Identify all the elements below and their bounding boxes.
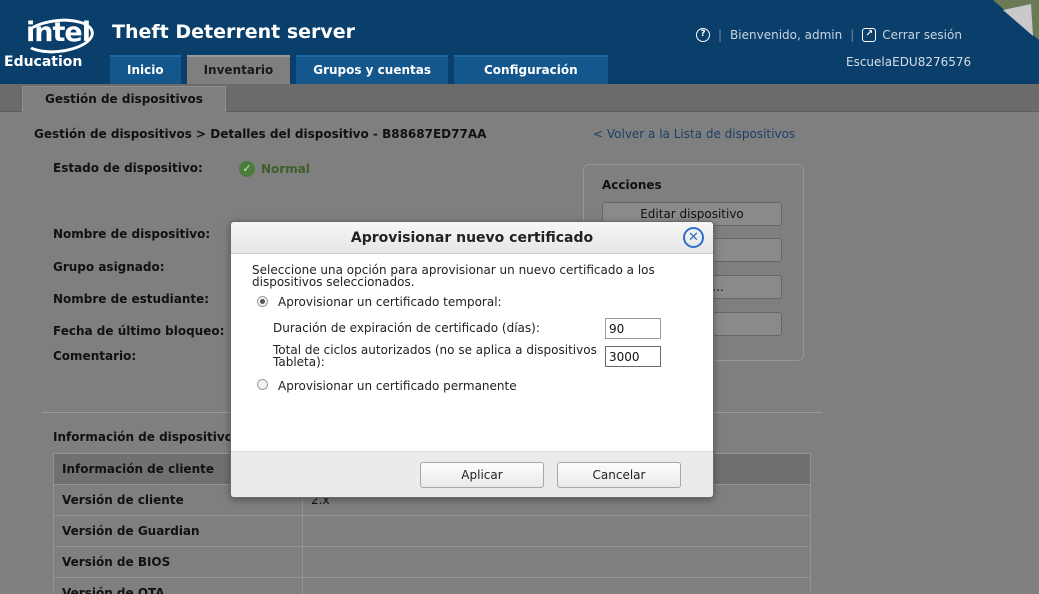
separator: | [850,28,855,42]
last-lock-label: Fecha de último bloqueo: [53,324,225,338]
cycles-label: Total de ciclos autorizados (no se aplic… [273,343,597,369]
nav-tab-configuracion[interactable]: Configuración [454,55,608,84]
table-cell-label: Versión de BIOS [53,546,303,578]
device-name-label: Nombre de dispositivo: [53,227,211,241]
comment-label: Comentario: [53,349,137,363]
user-area: ? | Bienvenido, admin | ↗ Cerrar sesión [696,28,962,42]
nav-tab-inicio[interactable]: Inicio [110,55,181,84]
temporary-certificate-radio[interactable] [257,296,268,307]
corner-decoration [993,0,1039,40]
nav-tab-grupos[interactable]: Grupos y cuentas [296,55,448,84]
dialog-footer: Aplicar Cancelar [231,451,713,497]
cycles-field[interactable] [605,346,661,367]
table-row: Versión de OTA [53,577,811,594]
status-value: Normal [261,162,310,176]
check-circle-icon: ✓ [239,161,255,177]
cancel-button[interactable]: Cancelar [557,462,681,488]
dialog-title: Aprovisionar nuevo certificado [350,230,594,246]
help-icon[interactable]: ? [696,28,710,42]
back-to-list-link[interactable]: < Volver a la Lista de dispositivos [593,127,795,141]
logout-link[interactable]: Cerrar sesión [882,28,962,42]
subtab-bar: Gestión de dispositivos [0,84,1039,112]
education-label: Education [4,54,83,70]
dialog-header: Aprovisionar nuevo certificado ✕ [231,222,713,254]
device-info-title: Información de dispositivo: [53,430,238,444]
top-header: intel Education Theft Deterrent server ?… [0,0,1039,84]
welcome-text: Bienvenido, admin [730,28,843,42]
duration-label: Duración de expiración de certificado (d… [273,321,540,335]
table-row: Versión de Guardian [53,515,811,547]
nav-tab-inventario[interactable]: Inventario [186,55,291,84]
temporary-certificate-label: Aprovisionar un certificado temporal: [278,295,502,309]
close-icon[interactable]: ✕ [683,227,704,248]
group-label: Grupo asignado: [53,260,165,274]
logout-icon[interactable]: ↗ [862,28,877,42]
provision-certificate-dialog: Aprovisionar nuevo certificado ✕ Selecci… [230,221,714,498]
dialog-instruction: Seleccione una opción para aprovisionar … [252,263,655,289]
school-name: EscuelaEDU8276576 [846,55,972,69]
table-cell-value [302,577,811,594]
table-cell-label: Versión de OTA [53,577,303,594]
breadcrumb: Gestión de dispositivos > Detalles del d… [34,127,487,141]
duration-field[interactable] [605,318,661,339]
apply-button[interactable]: Aplicar [420,462,544,488]
status-label: Estado de dispositivo: [53,161,203,175]
separator: | [718,28,723,42]
permanent-certificate-radio[interactable] [257,379,268,390]
app-title: Theft Deterrent server [112,21,356,43]
table-cell-value [302,515,811,547]
main-nav: Inicio Inventario Grupos y cuentas Confi… [110,55,608,84]
table-cell-label: Versión de Guardian [53,515,303,547]
student-label: Nombre de estudiante: [53,292,210,306]
tab-gestion-dispositivos[interactable]: Gestión de dispositivos [22,86,226,112]
permanent-certificate-label: Aprovisionar un certificado permanente [278,379,517,393]
table-row: Versión de BIOS [53,546,811,578]
intel-logo-text: intel [26,17,91,48]
status-badge: ✓ Normal [239,161,310,177]
table-cell-value [302,546,811,578]
actions-title: Acciones [602,178,662,192]
